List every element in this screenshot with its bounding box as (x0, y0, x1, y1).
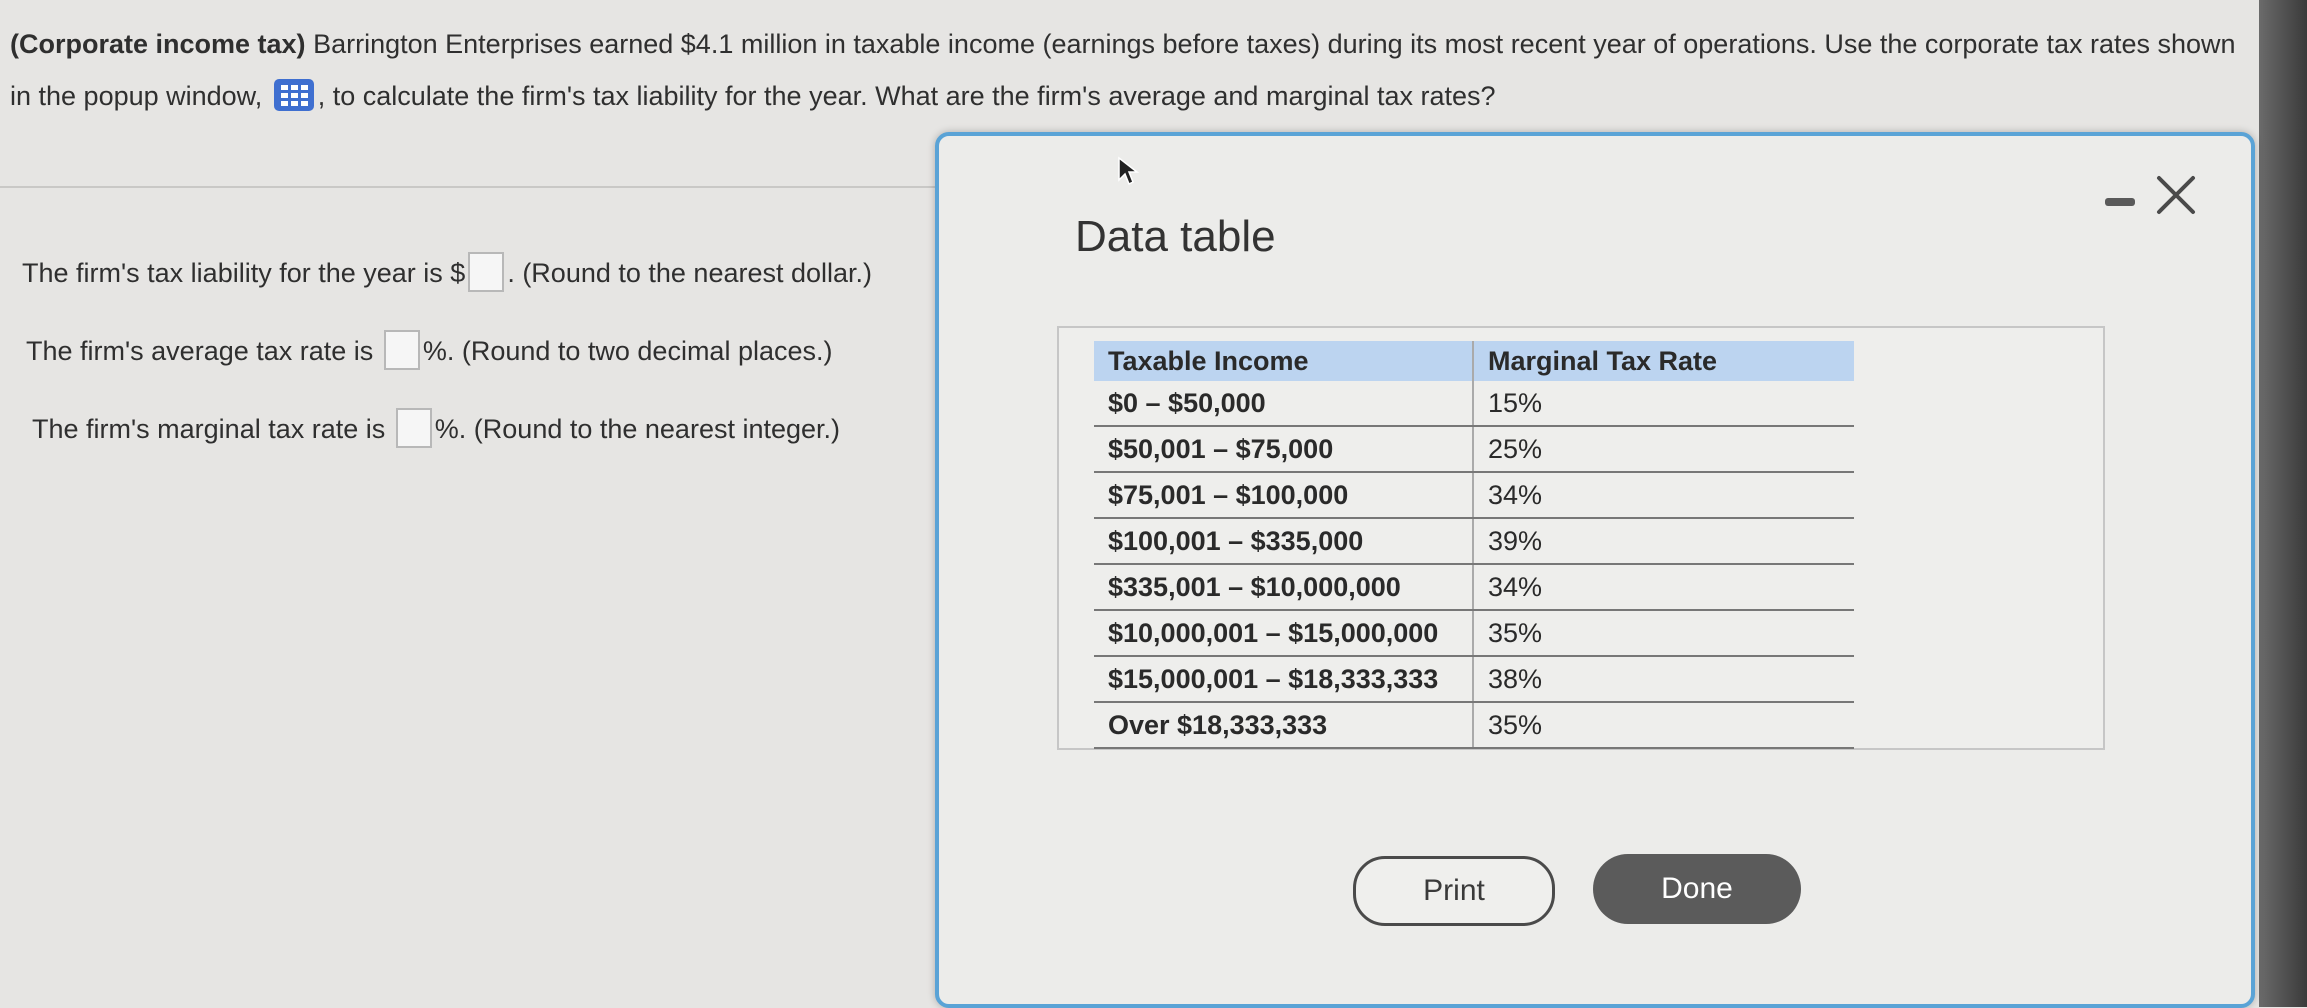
tax-rate-table: Taxable Income Marginal Tax Rate $0 – $5… (1094, 341, 1854, 749)
mouse-cursor-icon (1117, 156, 1140, 191)
table-row: Over $18,333,333 35% (1094, 702, 1854, 749)
close-icon[interactable] (2151, 170, 2201, 220)
income-bracket: $10,000,001 – $15,000,000 (1094, 610, 1474, 657)
section-divider (0, 186, 935, 188)
income-bracket: $50,001 – $75,000 (1094, 426, 1474, 473)
income-bracket: $75,001 – $100,000 (1094, 472, 1474, 519)
column-header-rate: Marginal Tax Rate (1473, 341, 1854, 381)
done-button[interactable]: Done (1593, 854, 1801, 924)
table-grid-icon[interactable] (273, 79, 314, 111)
marginal-rate: 25% (1473, 426, 1854, 473)
background-edge (2259, 0, 2307, 1007)
marginal-rate: 35% (1473, 702, 1854, 749)
average-rate-label: The firm's average tax rate is (26, 336, 374, 366)
marginal-rate-label: The firm's marginal tax rate is (32, 414, 386, 444)
table-row: $100,001 – $335,000 39% (1094, 518, 1854, 565)
minimize-icon[interactable] (2105, 198, 2135, 206)
income-bracket: Over $18,333,333 (1094, 702, 1474, 749)
income-bracket: $15,000,001 – $18,333,333 (1094, 656, 1474, 703)
income-bracket: $335,001 – $10,000,000 (1094, 564, 1474, 611)
data-table-popup: Data table Taxable Income Marginal Tax R… (935, 132, 2255, 1008)
average-rate-line: The firm's average tax rate is %. (Round… (26, 330, 833, 370)
income-bracket: $0 – $50,000 (1094, 381, 1474, 427)
marginal-rate: 35% (1473, 610, 1854, 657)
marginal-rate: 34% (1473, 564, 1854, 611)
liability-hint: . (Round to the nearest dollar.) (507, 258, 873, 288)
table-header-row: Taxable Income Marginal Tax Rate (1094, 341, 1854, 381)
question-text: (Corporate income tax) Barrington Enterp… (10, 18, 2250, 122)
table-row: $75,001 – $100,000 34% (1094, 472, 1854, 519)
column-header-income: Taxable Income (1094, 341, 1474, 381)
average-rate-hint: %. (Round to two decimal places.) (422, 336, 833, 366)
marginal-rate: 39% (1473, 518, 1854, 565)
marginal-rate: 15% (1473, 381, 1854, 427)
marginal-rate: 38% (1473, 656, 1854, 703)
question-topic: (Corporate income tax) (10, 29, 306, 59)
liability-input[interactable] (468, 252, 505, 292)
popup-title: Data table (1075, 212, 1276, 261)
table-row: $50,001 – $75,000 25% (1094, 426, 1854, 473)
question-body-end: , to calculate the firm's tax liability … (317, 81, 1496, 111)
liability-label: The firm's tax liability for the year is… (22, 258, 466, 288)
table-row: $0 – $50,000 15% (1094, 381, 1854, 427)
marginal-rate-input[interactable] (395, 408, 432, 448)
table-row: $10,000,001 – $15,000,000 35% (1094, 610, 1854, 657)
table-row: $15,000,001 – $18,333,333 38% (1094, 656, 1854, 703)
liability-line: The firm's tax liability for the year is… (22, 252, 872, 292)
print-button[interactable]: Print (1353, 856, 1555, 926)
marginal-rate-line: The firm's marginal tax rate is %. (Roun… (32, 408, 840, 448)
marginal-rate-hint: %. (Round to the nearest integer.) (434, 414, 841, 444)
income-bracket: $100,001 – $335,000 (1094, 518, 1474, 565)
table-row: $335,001 – $10,000,000 34% (1094, 564, 1854, 611)
marginal-rate: 34% (1473, 472, 1854, 519)
average-rate-input[interactable] (383, 330, 420, 370)
